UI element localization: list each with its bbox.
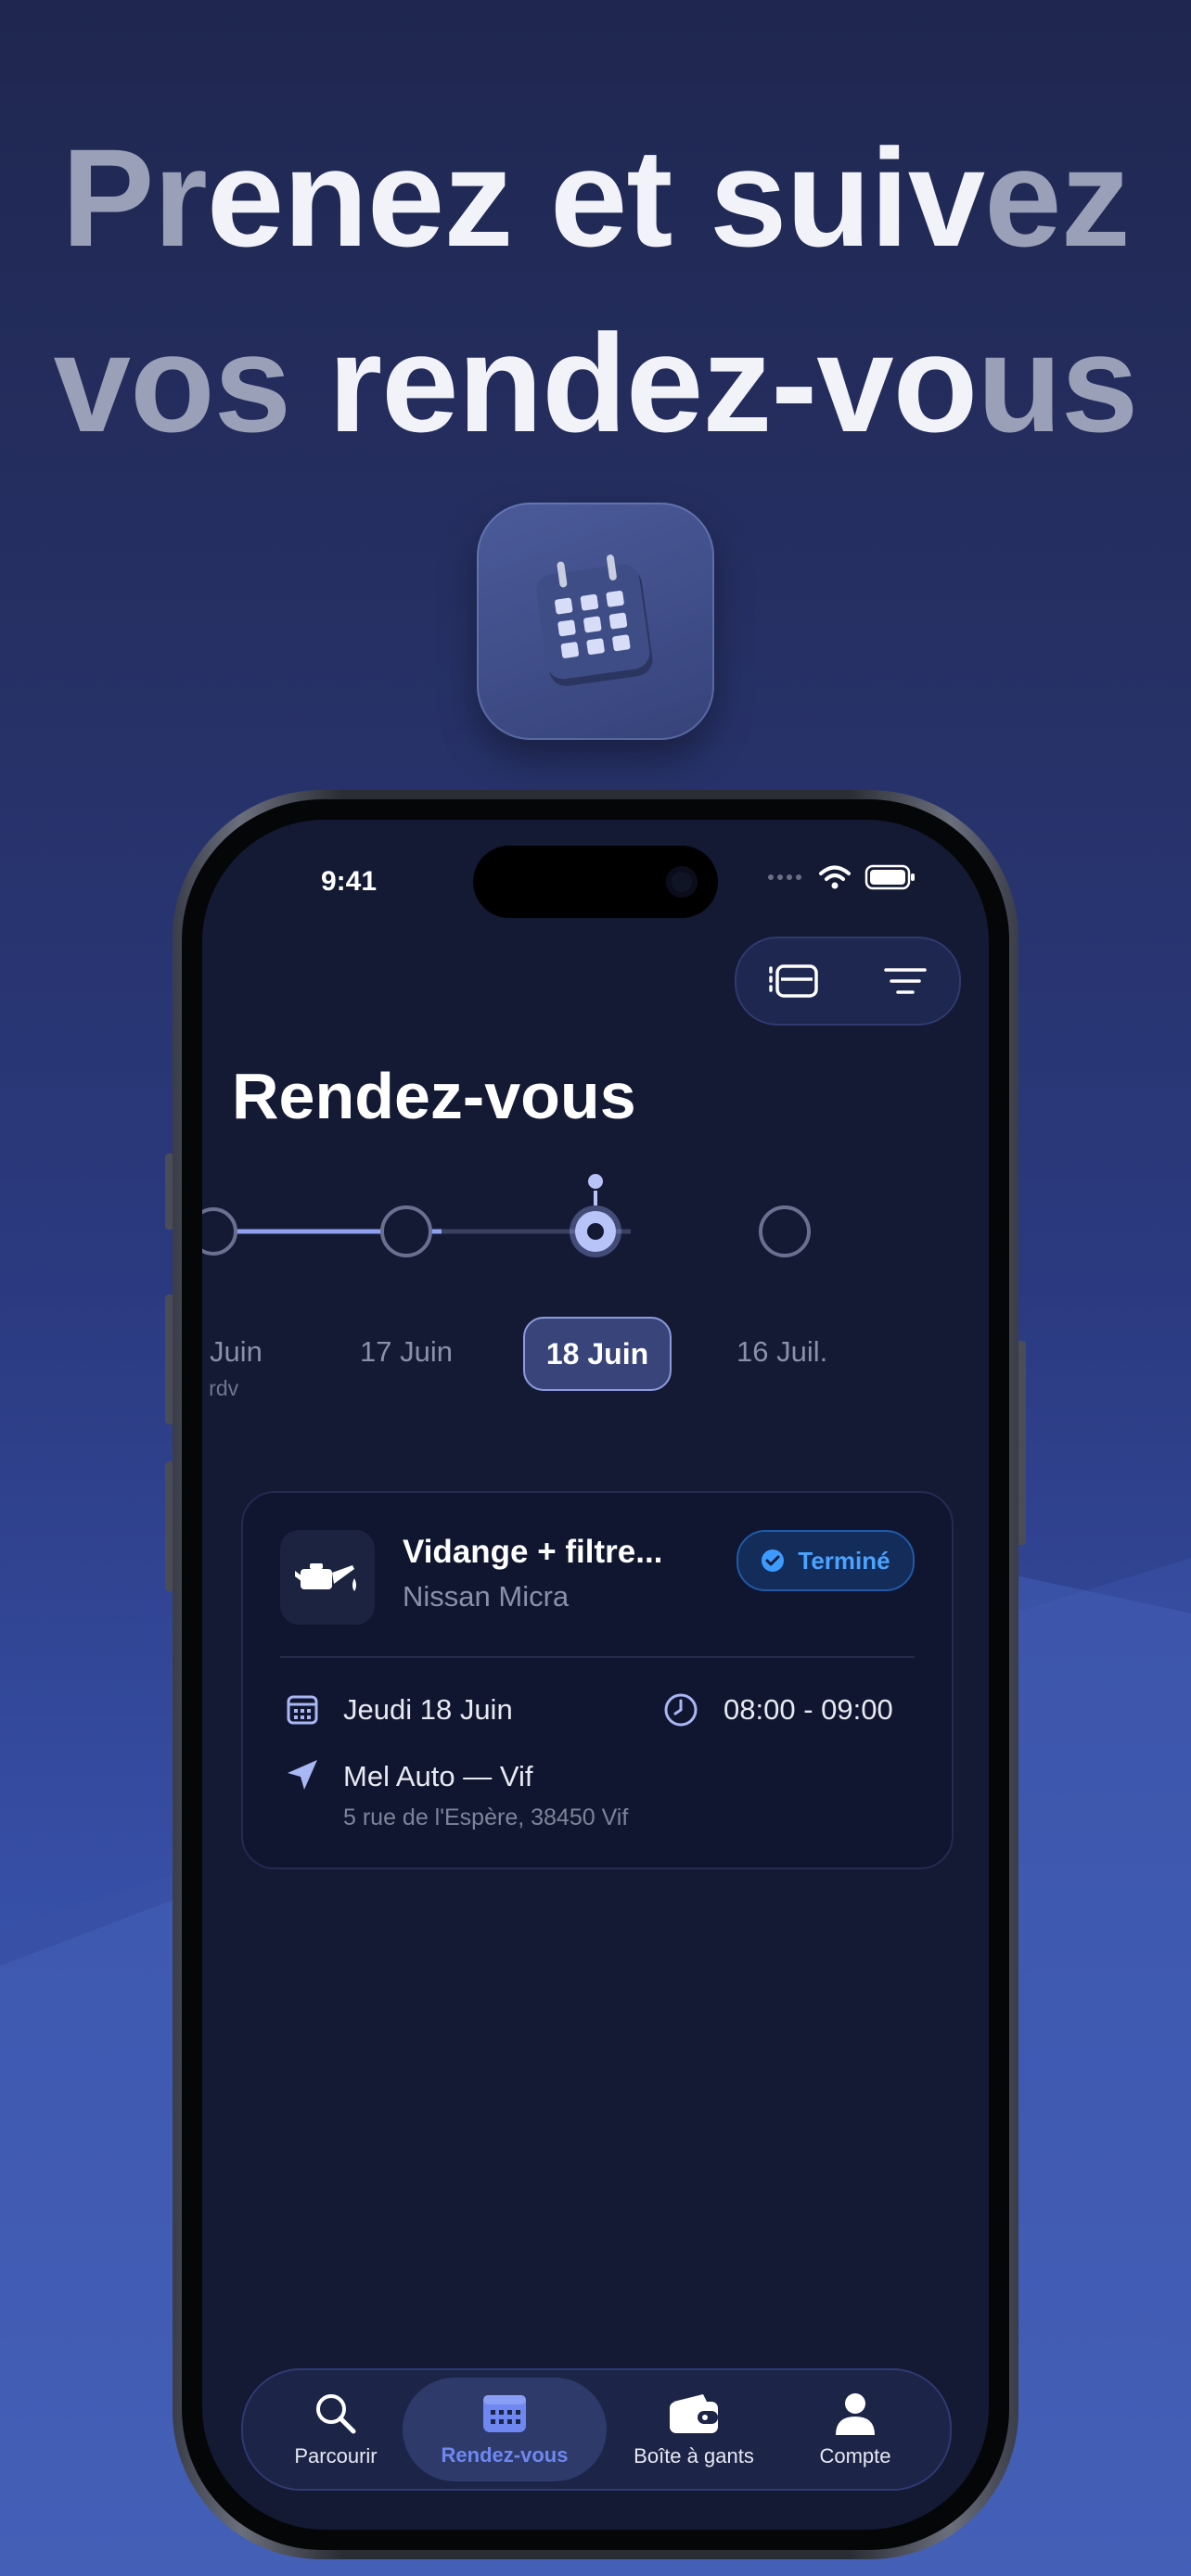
headline-line-1: Prenez et suivez xyxy=(61,120,1130,275)
check-circle-icon xyxy=(762,1549,785,1572)
tab-compte[interactable]: Compte xyxy=(800,2370,911,2489)
garage-name: Mel Auto — Vif xyxy=(343,1760,533,1792)
date-label-1[interactable]: Juin xyxy=(210,1335,263,1369)
battery-icon xyxy=(864,864,915,890)
wallet-icon xyxy=(670,2394,718,2433)
person-icon xyxy=(836,2393,875,2435)
garage-address: 5 rue de l'Espère, 38450 Vif xyxy=(343,1804,629,1830)
timeline-node-1[interactable] xyxy=(202,1207,237,1256)
appointment-time: 08:00 - 09:00 xyxy=(724,1693,893,1726)
card-divider xyxy=(280,1656,915,1658)
timeline-node-4[interactable] xyxy=(759,1205,811,1257)
calendar-icon xyxy=(483,2395,526,2432)
status-time: 9:41 xyxy=(321,866,378,897)
card-view-icon[interactable] xyxy=(768,959,820,1003)
oil-can-icon xyxy=(295,1563,356,1591)
date-label-2[interactable]: 17 Juin xyxy=(360,1335,453,1369)
tab-label: Boîte à gants xyxy=(634,2444,754,2468)
status-text: Terminé xyxy=(798,1546,890,1575)
tab-label: Rendez-vous xyxy=(441,2443,569,2467)
date-timeline xyxy=(202,1174,811,1257)
search-icon xyxy=(316,2394,356,2434)
tab-parcourir[interactable]: Parcourir xyxy=(280,2370,391,2489)
date-label-selected[interactable]: 18 Juin xyxy=(523,1317,672,1391)
page-title: Rendez-vous xyxy=(232,1060,636,1132)
appointment-date: Jeudi 18 Juin xyxy=(343,1693,513,1726)
location-arrow-icon xyxy=(288,1760,317,1790)
vehicle-name: Nissan Micra xyxy=(403,1580,570,1613)
headline-line-2: vos rendez-vous xyxy=(53,305,1139,461)
phone-screen: 9:41 Rendez-vous Juin 2 rdv 17 Juin 18 J… xyxy=(202,820,989,2530)
status-badge: Terminé xyxy=(736,1530,915,1591)
service-icon-box xyxy=(280,1530,375,1625)
date-sub-1: 2 rdv xyxy=(202,1376,239,1400)
filter-icon[interactable] xyxy=(882,963,928,1000)
wifi-icon xyxy=(819,865,851,889)
calendar-small-icon xyxy=(287,1695,318,1725)
dynamic-island xyxy=(473,846,718,918)
timeline-node-2[interactable] xyxy=(380,1205,432,1257)
calendar-icon xyxy=(536,555,653,686)
appointment-title: Vidange + filtre... xyxy=(403,1534,663,1570)
view-controls xyxy=(735,937,961,1026)
appointment-card[interactable]: Vidange + filtre... Nissan Micra Terminé… xyxy=(241,1491,954,1869)
tab-boite-a-gants[interactable]: Boîte à gants xyxy=(610,2370,777,2489)
date-label-4[interactable]: 16 Juil. xyxy=(736,1335,827,1369)
signal-icon xyxy=(768,874,801,880)
camera-icon xyxy=(666,866,698,898)
tab-label: Parcourir xyxy=(294,2444,378,2468)
tab-bar: Parcourir Rendez-vous Boîte à gants Comp… xyxy=(241,2368,952,2491)
clock-icon xyxy=(664,1693,698,1727)
tab-rendez-vous[interactable]: Rendez-vous xyxy=(403,2370,607,2489)
tab-label: Compte xyxy=(819,2444,891,2468)
app-icon xyxy=(477,503,714,740)
status-icons xyxy=(766,864,916,890)
